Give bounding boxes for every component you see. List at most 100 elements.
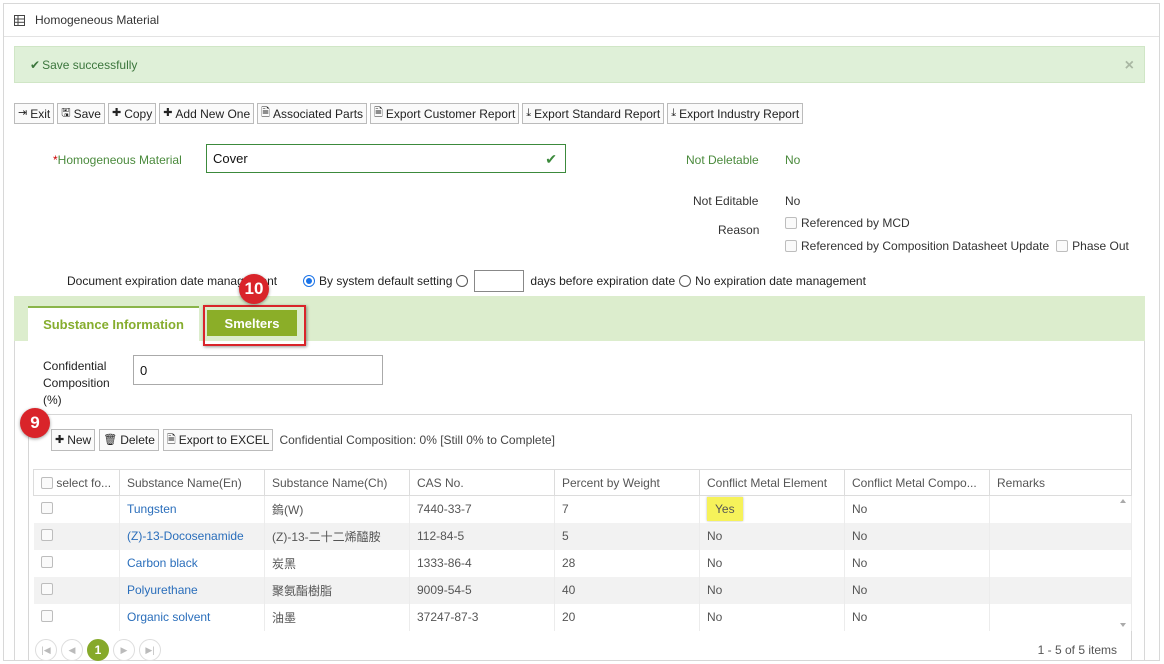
export-industry-report-button[interactable]: ⤓ Export Industry Report (667, 103, 804, 124)
row-select-cell (33, 549, 120, 577)
column-header-remarks[interactable]: Remarks (989, 469, 1132, 496)
excel-icon: 🗎 (166, 433, 176, 446)
row-checkbox[interactable] (40, 582, 53, 595)
export-customer-label: Export Customer Report (385, 106, 516, 121)
default-setting-label: By system default setting (319, 274, 453, 288)
column-header-label: select fo... (56, 475, 112, 490)
reason-mcd-checkbox[interactable] (785, 217, 797, 229)
export-excel-button[interactable]: 🗎 Export to EXCEL (162, 429, 274, 451)
table-row[interactable]: (Z)-13-Docosenamide (Z)-13-二十二烯醯胺 112-84… (33, 522, 1132, 550)
cell-remarks (989, 576, 1132, 604)
default-setting-radio[interactable] (303, 275, 315, 287)
hm-label: *Homogeneous Material (53, 153, 182, 167)
download-icon: ⤓ (526, 107, 532, 119)
column-header-name-en[interactable]: Substance Name(En) (119, 469, 265, 496)
associated-parts-button[interactable]: 🗎 Associated Parts (257, 103, 368, 124)
column-header-cas[interactable]: CAS No. (409, 469, 555, 496)
tab-substance-information[interactable]: Substance Information (28, 306, 199, 341)
grid-icon (14, 14, 25, 26)
doc-icon: 🗎 (261, 107, 270, 119)
grid-new-button[interactable]: ✚ New (51, 429, 96, 451)
cell-percent: 5 (554, 522, 700, 550)
associated-parts-label: Associated Parts (273, 106, 364, 121)
prev-page-icon[interactable]: ◀ (61, 639, 83, 661)
cell-remarks (989, 603, 1132, 631)
substance-link[interactable]: Polyurethane (119, 576, 265, 604)
table-row[interactable]: Organic solvent 油墨 37247-87-3 20 No No (33, 603, 1132, 631)
table-header-row: select fo... Substance Name(En) Substanc… (33, 469, 1132, 496)
select-all-checkbox[interactable] (41, 477, 53, 490)
cell-cas: 37247-87-3 (409, 603, 555, 631)
grid-delete-button[interactable]: 🗑 Delete (99, 429, 159, 451)
export-excel-label: Export to EXCEL (178, 433, 270, 447)
close-icon[interactable]: × (1125, 57, 1134, 75)
copy-button[interactable]: ✚ Copy (107, 103, 157, 124)
row-checkbox[interactable] (40, 555, 53, 568)
first-page-icon[interactable]: |◀ (35, 639, 57, 661)
cell-cme: No (699, 603, 845, 631)
copy-label: Copy (124, 106, 153, 121)
tabs-bar: Substance Information Smelters (14, 296, 1145, 341)
save-button[interactable]: 🖫 Save (57, 103, 105, 124)
next-page-icon[interactable]: ▶ (113, 639, 135, 661)
page-1-button[interactable]: 1 (87, 639, 109, 661)
grid-status: Confidential Composition: 0% [Still 0% t… (279, 433, 555, 447)
column-header-name-ch[interactable]: Substance Name(Ch) (264, 469, 410, 496)
days-before-label: days before expiration date (530, 274, 676, 288)
substance-link[interactable]: Tungsten (119, 495, 265, 523)
cme-highlight: Yes (707, 497, 743, 522)
table-row[interactable]: Polyurethane 聚氨酯樹脂 9009-54-5 40 No No (33, 576, 1132, 604)
cell-percent: 28 (554, 549, 700, 577)
export-standard-report-button[interactable]: ⤓ Export Standard Report (522, 103, 665, 124)
row-checkbox[interactable] (40, 609, 53, 622)
column-header-cmc[interactable]: Conflict Metal Compo... (844, 469, 990, 496)
exit-button[interactable]: ⇥ Exit (14, 103, 55, 124)
row-select-cell (33, 603, 120, 631)
no-exp-radio[interactable] (679, 275, 692, 287)
substance-link[interactable]: (Z)-13-Docosenamide (119, 522, 265, 550)
grid-delete-label: Delete (120, 433, 155, 447)
days-input[interactable] (474, 270, 525, 292)
reason-cdu-checkbox[interactable] (785, 240, 797, 252)
add-new-label: Add New One (175, 106, 251, 121)
cell-percent: 7 (554, 495, 700, 523)
phase-out-label: Phase Out (1072, 239, 1129, 253)
hm-input[interactable]: Cover ✔ (206, 144, 566, 173)
days-before-radio[interactable] (456, 275, 469, 287)
cell-cas: 9009-54-5 (409, 576, 555, 604)
grid-pager: |◀ ◀ 1 ▶ ▶| (35, 639, 161, 661)
cell-cme: No (699, 576, 845, 604)
reason-opt2: Referenced by Composition Datasheet Upda… (785, 239, 1129, 253)
row-checkbox[interactable] (40, 528, 53, 541)
check-icon: ✔ (30, 57, 41, 72)
exit-icon: ⇥ (18, 107, 28, 119)
cell-cme: No (699, 549, 845, 577)
cell-cmc: No (844, 576, 990, 604)
column-header-select[interactable]: select fo... (33, 469, 120, 496)
column-header-percent[interactable]: Percent by Weight (554, 469, 700, 496)
reason-opt1: Referenced by MCD (785, 216, 910, 230)
cell-name-ch: 油墨 (264, 603, 410, 631)
table-row[interactable]: Tungsten 鎢(W) 7440-33-7 7 Yes No (33, 495, 1132, 523)
grid-scrollbar[interactable] (1117, 495, 1129, 631)
substance-link[interactable]: Organic solvent (119, 603, 265, 631)
column-header-cme[interactable]: Conflict Metal Element (699, 469, 845, 496)
export-customer-report-button[interactable]: 🗎 Export Customer Report (370, 103, 520, 124)
pager-info: 1 - 5 of 5 items (1037, 643, 1117, 657)
cell-cas: 1333-86-4 (409, 549, 555, 577)
hm-input-value: Cover (213, 151, 248, 166)
row-select-cell (33, 576, 120, 604)
check-icon: ✔ (545, 151, 557, 167)
table-row[interactable]: Carbon black 炭黑 1333-86-4 28 No No (33, 549, 1132, 577)
cell-cme: Yes (699, 495, 845, 523)
phase-out-checkbox[interactable] (1056, 240, 1069, 252)
substance-link[interactable]: Carbon black (119, 549, 265, 577)
last-page-icon[interactable]: ▶| (139, 639, 161, 661)
save-label: Save (73, 106, 101, 121)
add-new-button[interactable]: ✚ Add New One (159, 103, 255, 124)
row-checkbox[interactable] (40, 501, 53, 514)
window-titlebar: Homogeneous Material (4, 4, 1159, 37)
confidential-input[interactable]: 0 (133, 355, 383, 385)
main-toolbar: ⇥ Exit 🖫 Save ✚ Copy ✚ Add New One 🗎 Associat… (14, 103, 804, 124)
cell-cas: 7440-33-7 (409, 495, 555, 523)
